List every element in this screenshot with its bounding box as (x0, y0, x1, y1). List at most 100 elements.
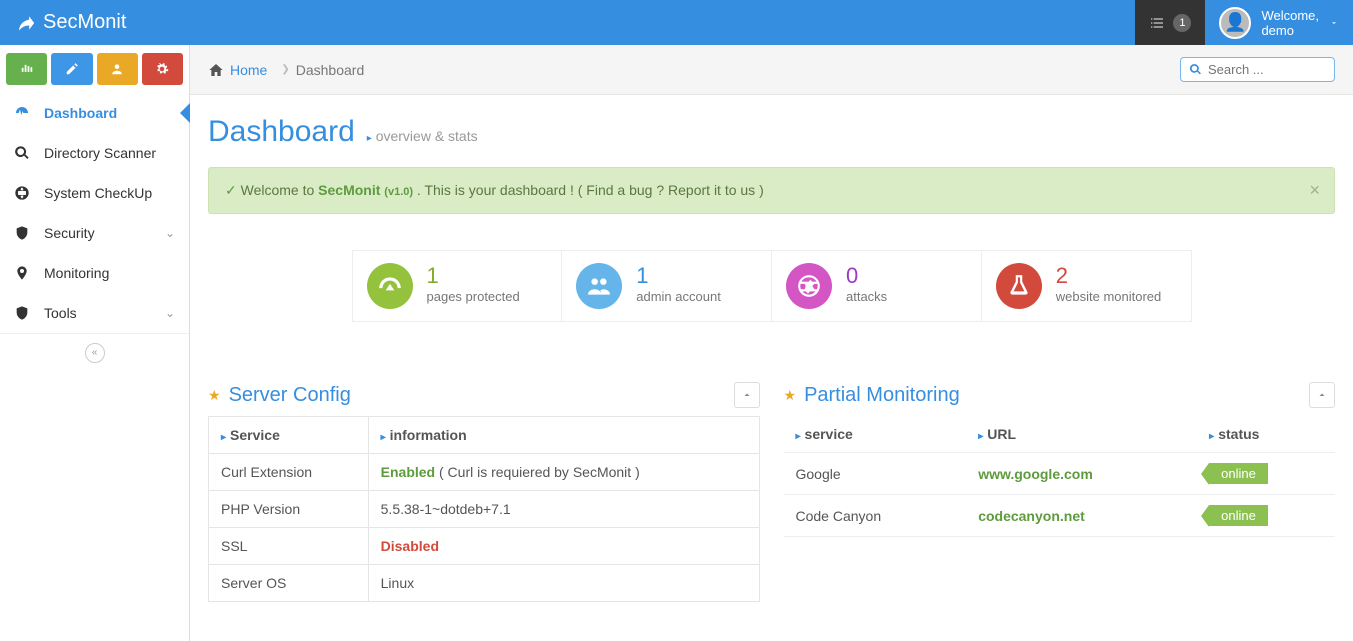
sidebar-item-monitoring[interactable]: Monitoring (0, 253, 189, 293)
search-icon (1189, 63, 1202, 76)
home-icon (208, 62, 224, 78)
chevron-up-icon (1316, 389, 1328, 401)
cell-information: Linux (368, 565, 759, 602)
close-icon[interactable]: × (1309, 180, 1320, 201)
table-row: Server OSLinux (209, 565, 760, 602)
alert-brand: SecMonit (318, 182, 384, 198)
cell-service: Code Canyon (784, 495, 967, 537)
chevron-left-icon: « (85, 343, 105, 363)
breadcrumb-bar: Home ❯ Dashboard (190, 45, 1353, 95)
stat-website-monitored[interactable]: 2website monitored (982, 251, 1191, 321)
sidebar-item-tools[interactable]: Tools ⌄ (0, 293, 189, 333)
shield-icon (14, 225, 30, 241)
sidebar-item-dashboard[interactable]: Dashboard (0, 93, 189, 133)
globe-icon (14, 185, 30, 201)
flask-icon (1006, 273, 1032, 299)
brand[interactable]: SecMonit (0, 11, 141, 34)
quick-actions (0, 45, 189, 93)
sidebar-item-security[interactable]: Security ⌄ (0, 213, 189, 253)
col-url: URL (987, 426, 1016, 442)
list-icon (1149, 15, 1165, 31)
alert-pre: Welcome to (241, 182, 319, 198)
gauge-icon (377, 273, 403, 299)
sidebar: Dashboard Directory Scanner System Check… (0, 45, 190, 641)
notif-count: 1 (1173, 14, 1191, 32)
qa-settings-button[interactable] (142, 53, 183, 85)
panel-partial-monitoring: ★ Partial Monitoring ▸service ▸URL ▸stat… (784, 382, 1336, 602)
stat-label: attacks (846, 289, 887, 304)
stat-label: pages protected (427, 289, 520, 304)
status-badge: online (1209, 463, 1268, 484)
main: Home ❯ Dashboard Dashboard ▸ overview & … (190, 45, 1353, 641)
table-row: SSLDisabled (209, 528, 760, 565)
page-title-text: Dashboard (208, 115, 355, 149)
cogs-icon (154, 62, 170, 76)
star-icon: ★ (208, 387, 221, 404)
user-menu[interactable]: 👤 Welcome, demo (1205, 7, 1353, 39)
qa-stats-button[interactable] (6, 53, 47, 85)
dashboard-icon (14, 105, 30, 121)
qa-users-button[interactable] (97, 53, 138, 85)
stat-value: 1 (636, 263, 721, 289)
topbar: SecMonit 1 👤 Welcome, demo (0, 0, 1353, 45)
chevron-down-icon: ⌄ (165, 226, 175, 240)
table-row: Curl ExtensionEnabled ( Curl is requiere… (209, 454, 760, 491)
stat-value: 2 (1056, 263, 1162, 289)
panel-title: Partial Monitoring (804, 384, 1309, 407)
cell-information: Disabled (368, 528, 759, 565)
bars-icon (20, 62, 34, 76)
sidebar-label: Security (44, 225, 95, 241)
sidebar-item-directory-scanner[interactable]: Directory Scanner (0, 133, 189, 173)
cell-status: online (1197, 495, 1335, 537)
pencil-icon (65, 62, 79, 76)
alert-ver: (v1.0) (384, 186, 413, 198)
qa-edit-button[interactable] (51, 53, 92, 85)
users-icon (109, 62, 125, 76)
sidebar-label: Directory Scanner (44, 145, 156, 161)
chevron-up-icon (741, 389, 753, 401)
status-badge: online (1209, 505, 1268, 526)
star-icon: ★ (784, 387, 797, 404)
cell-service: PHP Version (209, 491, 369, 528)
leaf-icon (15, 13, 35, 33)
panel-collapse-button[interactable] (1309, 382, 1335, 408)
monitoring-table: ▸service ▸URL ▸status Googlewww.google.c… (784, 416, 1336, 537)
search-input[interactable] (1208, 62, 1326, 77)
table-row: Code Canyon codecanyon.net online (784, 495, 1336, 537)
table-row: Google www.google.com online (784, 453, 1336, 495)
chevron-right-icon: ❯ (281, 64, 289, 75)
stat-value: 0 (846, 263, 887, 289)
cell-status: online (1197, 453, 1335, 495)
sidebar-item-system-checkup[interactable]: System CheckUp (0, 173, 189, 213)
search-icon (14, 145, 30, 161)
page-title: Dashboard ▸ overview & stats (208, 115, 1335, 149)
page-subtitle: overview & stats (376, 128, 478, 144)
stat-value: 1 (427, 263, 520, 289)
alert-post: . This is your dashboard ! ( Find a bug … (413, 182, 764, 198)
breadcrumb-home[interactable]: Home (230, 62, 267, 78)
stat-pages-protected[interactable]: 1pages protected (353, 251, 563, 321)
sidebar-collapse-button[interactable]: « (0, 333, 189, 371)
cell-service: Google (784, 453, 967, 495)
brand-text: SecMonit (43, 11, 126, 34)
stat-attacks[interactable]: 0attacks (772, 251, 982, 321)
cell-url: codecanyon.net (966, 495, 1197, 537)
stat-admin-account[interactable]: 1admin account (562, 251, 772, 321)
notifications-button[interactable]: 1 (1135, 0, 1205, 45)
search-box (1180, 57, 1335, 82)
url-link[interactable]: codecanyon.net (978, 508, 1085, 524)
shield-icon (14, 305, 30, 321)
caret-down-icon (1329, 18, 1339, 28)
sidebar-label: Monitoring (44, 265, 109, 281)
panel-title: Server Config (229, 384, 734, 407)
cell-service: Server OS (209, 565, 369, 602)
cell-information: 5.5.38-1~dotdeb+7.1 (368, 491, 759, 528)
col-service: Service (230, 427, 280, 443)
breadcrumb-current: Dashboard (296, 62, 365, 78)
welcome-alert: ✓ Welcome to SecMonit (v1.0) . This is y… (208, 167, 1335, 214)
pin-icon (14, 265, 30, 281)
url-link[interactable]: www.google.com (978, 466, 1093, 482)
side-nav: Dashboard Directory Scanner System Check… (0, 93, 189, 333)
panel-collapse-button[interactable] (734, 382, 760, 408)
stat-label: website monitored (1056, 289, 1162, 304)
